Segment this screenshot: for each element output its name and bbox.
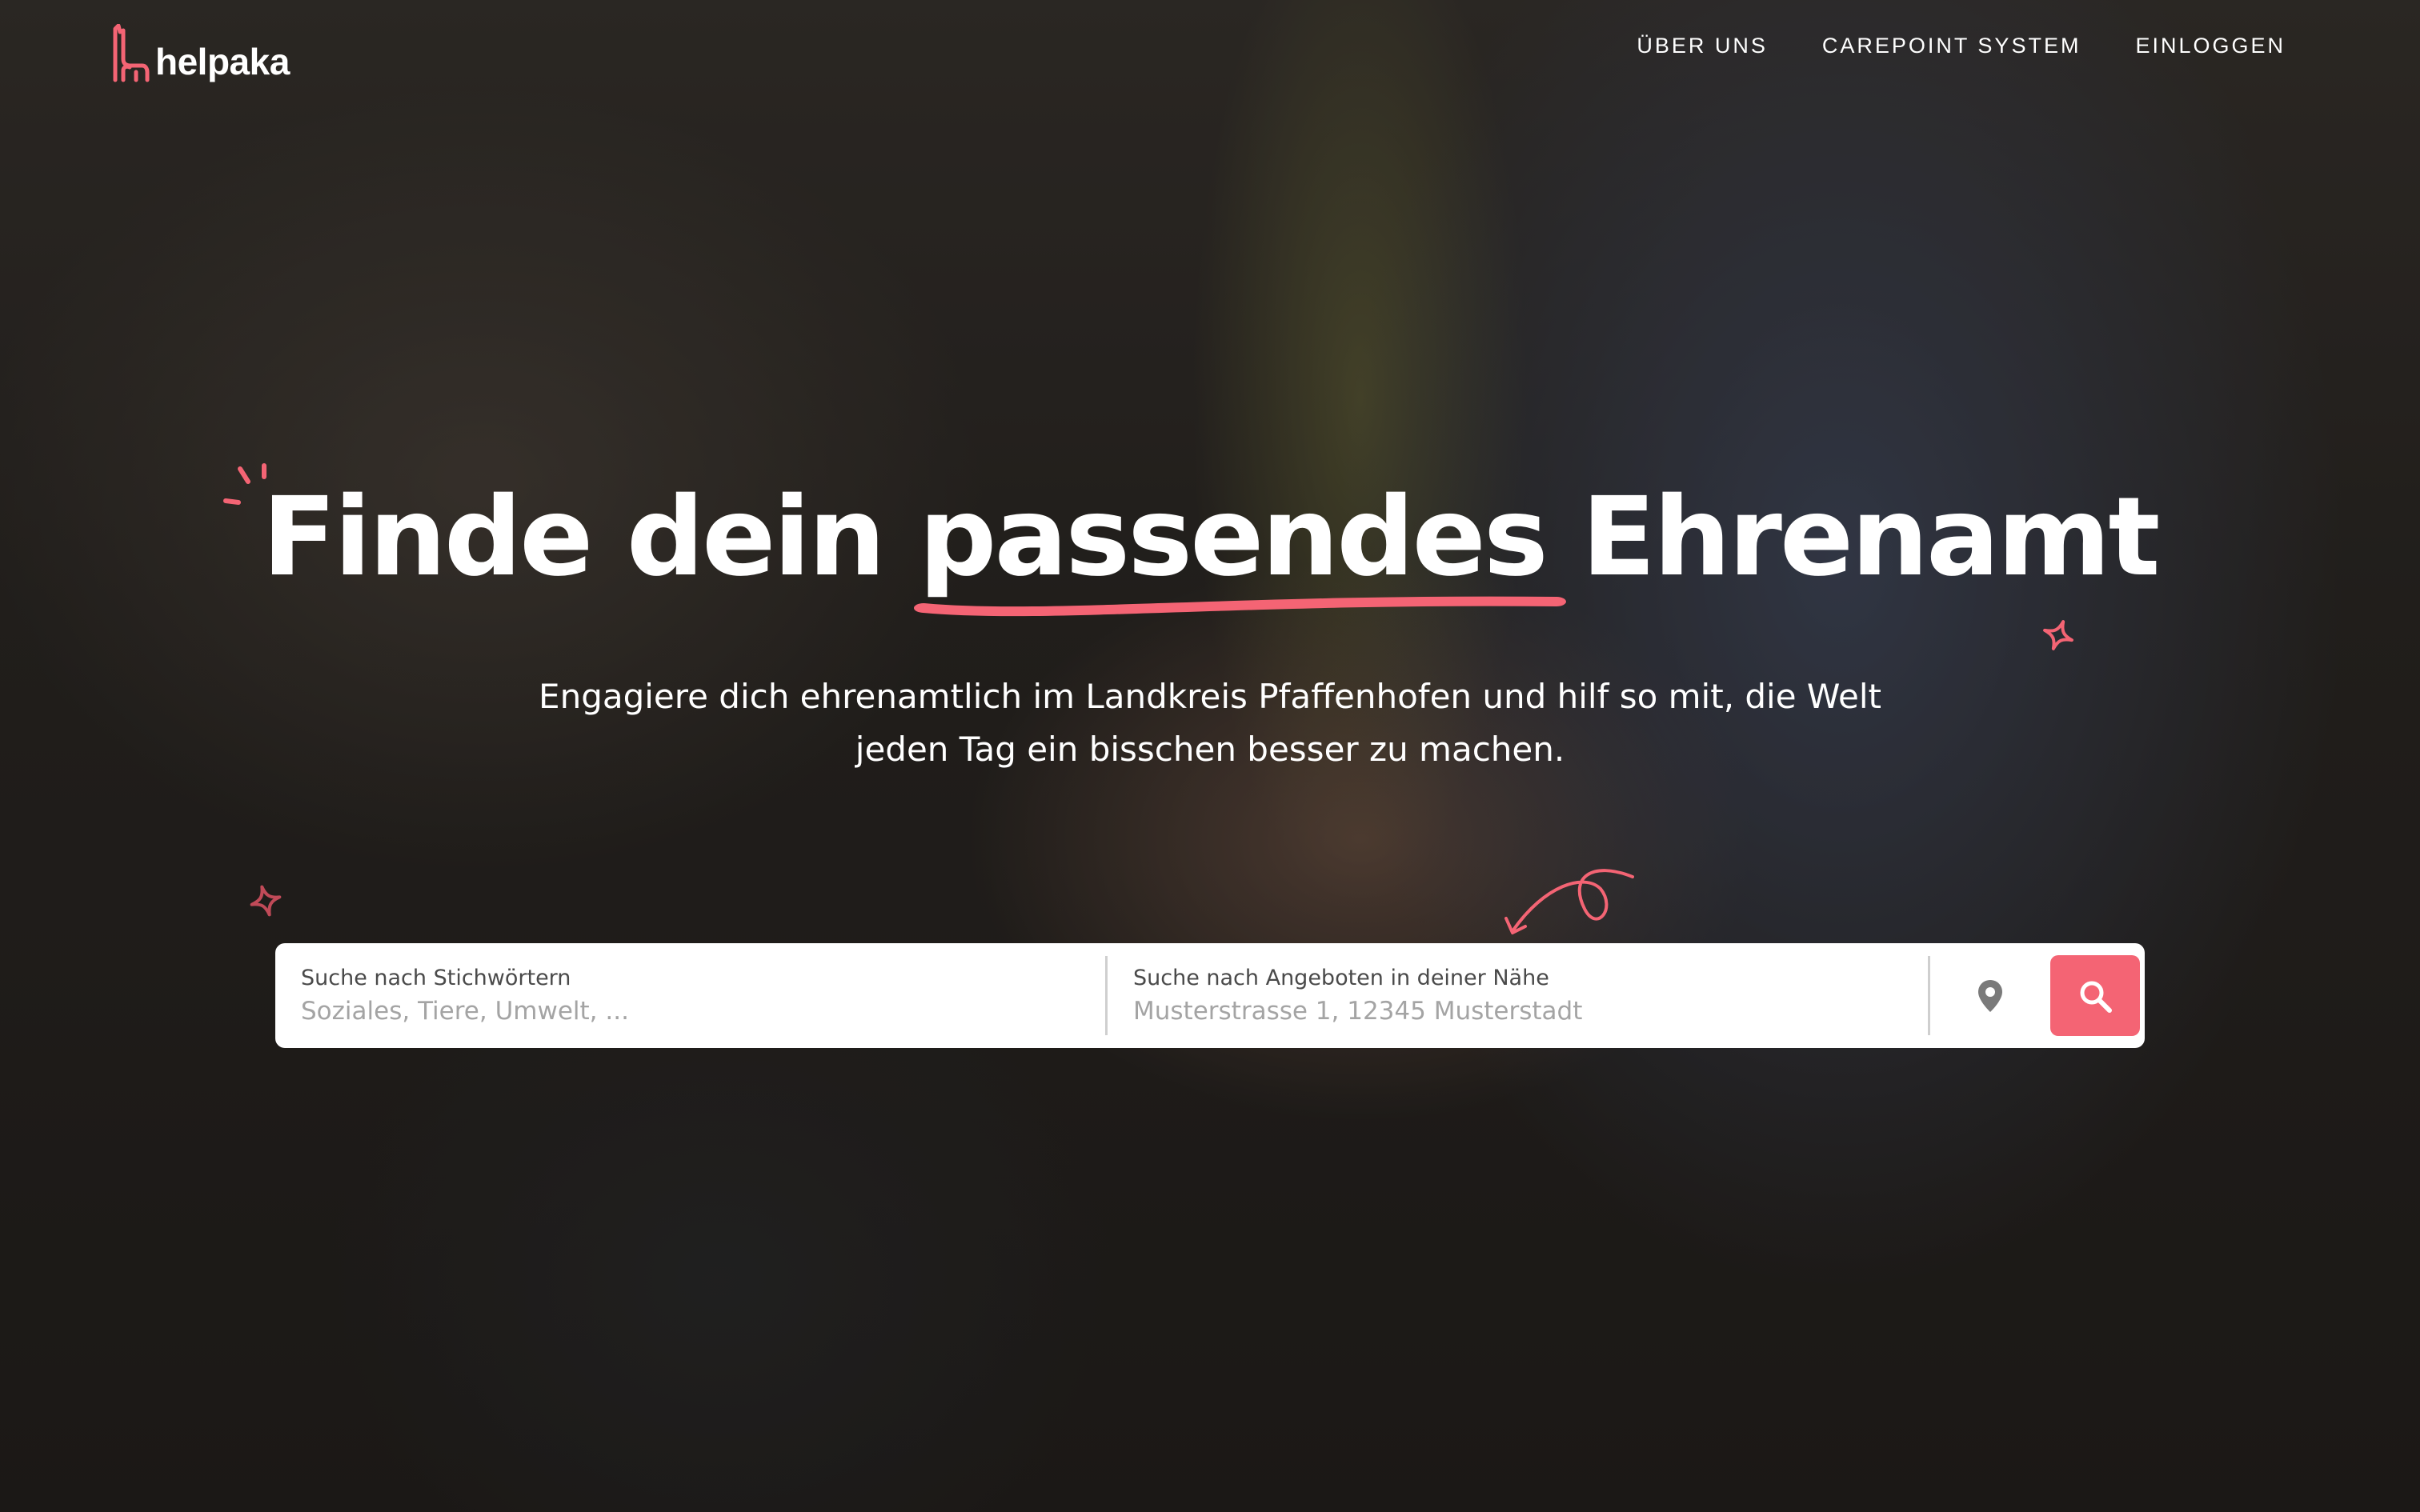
use-my-location-button[interactable] <box>1930 943 2050 1048</box>
hero-headline-wrap: Finde dein passendes Ehrenamt <box>0 463 2420 616</box>
headline-part-2: Ehrenamt <box>1545 474 2160 601</box>
brand-name: helpaka <box>155 41 290 82</box>
hero-headline: Finde dein passendes Ehrenamt <box>222 463 2160 616</box>
location-search-input[interactable] <box>1133 997 1889 1026</box>
nav-item-einloggen[interactable]: EINLOGGEN <box>2135 34 2286 58</box>
main-nav: ÜBER UNS CAREPOINT SYSTEM EINLOGGEN <box>1637 34 2286 58</box>
star-outline-icon <box>250 885 282 917</box>
keyword-search-field: Suche nach Stichwörtern <box>275 956 1108 1035</box>
headline-part-1: Finde dein <box>262 474 920 601</box>
headline-highlight-text: passendes <box>919 474 1549 601</box>
search-bar: Suche nach Stichwörtern Suche nach Angeb… <box>275 943 2145 1048</box>
star-outline-icon <box>2043 620 2073 650</box>
logo[interactable]: helpaka <box>107 19 290 83</box>
subline-line-1: Engagiere dich ehrenamtlich im Landkreis… <box>539 677 1881 716</box>
map-pin-icon <box>1978 979 2002 1012</box>
sparkle-lines-icon <box>222 463 266 505</box>
keyword-search-label: Suche nach Stichwörtern <box>301 966 571 990</box>
subline-line-2: jeden Tag ein bisschen besser zu machen. <box>855 730 1565 769</box>
keyword-search-input[interactable] <box>301 997 1065 1026</box>
location-search-label: Suche nach Angeboten in deiner Nähe <box>1133 966 1549 990</box>
llama-icon <box>113 24 150 82</box>
nav-item-carepoint-system[interactable]: CAREPOINT SYSTEM <box>1822 34 2081 58</box>
brush-underline-icon <box>914 596 1567 616</box>
search-submit-button[interactable] <box>2050 955 2140 1036</box>
nav-item-ueber-uns[interactable]: ÜBER UNS <box>1637 34 1768 58</box>
location-search-field: Suche nach Angeboten in deiner Nähe <box>1108 956 1930 1035</box>
search-icon <box>2080 981 2112 1013</box>
hero-subline: Engagiere dich ehrenamtlich im Landkreis… <box>0 670 2420 776</box>
headline-highlight: passendes <box>914 478 1567 616</box>
curly-arrow-icon <box>1504 869 1634 934</box>
